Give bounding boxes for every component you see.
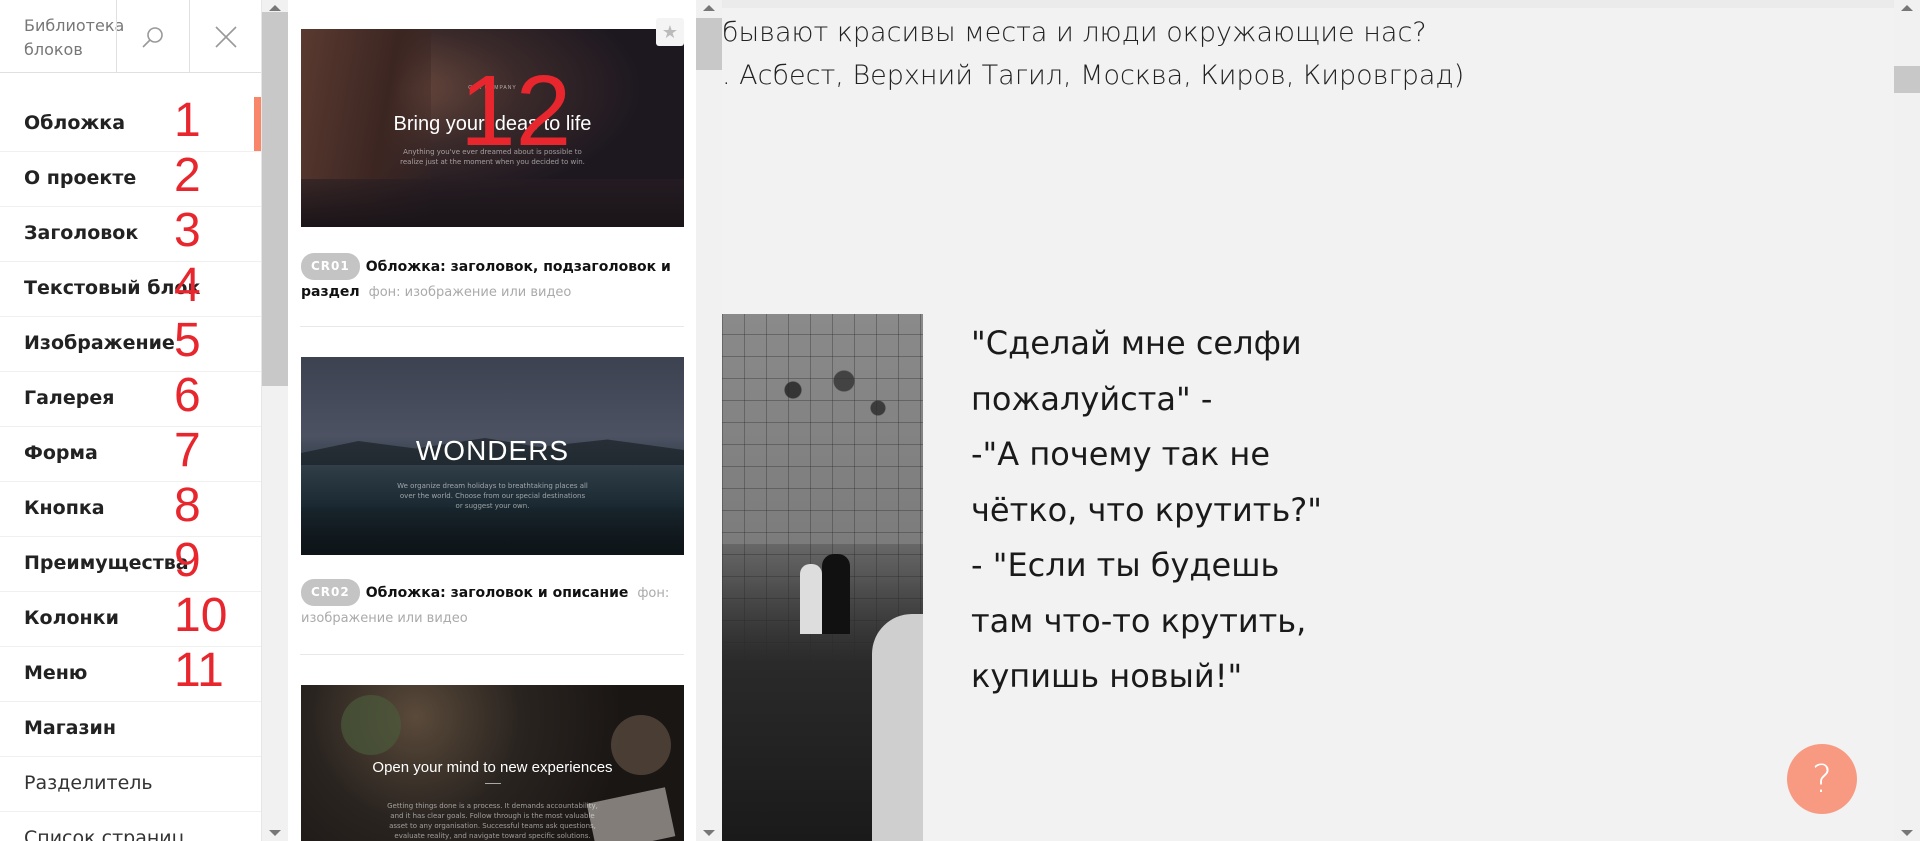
category-label: Преимущества — [24, 552, 189, 574]
quote-line: "Сделай мне селфи — [971, 324, 1302, 362]
quote-line: там что-то крутить, — [971, 601, 1307, 640]
annotation-number: 5 — [174, 314, 201, 367]
scroll-down-icon[interactable] — [269, 830, 281, 836]
block-list-scrollbar-thumb[interactable] — [696, 18, 722, 70]
page-text-line[interactable]: бывают красивы места и люди окружающие н… — [722, 17, 1427, 48]
thumbnail-title: Bring your ideas to life — [393, 113, 592, 135]
category-label: Галерея — [24, 387, 115, 409]
help-button[interactable]: ? — [1787, 744, 1857, 814]
page-canvas: бывают красивы места и люди окружающие н… — [722, 0, 1894, 841]
favorite-button[interactable]: ★ — [656, 18, 684, 46]
category-label: Меню — [24, 662, 88, 684]
category-label: Кнопка — [24, 497, 105, 519]
quote-line: купишь новый!" — [971, 657, 1243, 695]
close-library-button[interactable] — [189, 0, 261, 73]
block-library-sidebar: Библиотека блоков Обложка 1 О проекте 2 … — [0, 0, 262, 841]
block-code-badge: CR02 — [301, 579, 360, 606]
question-icon: ? — [1811, 757, 1833, 801]
category-label: Список страниц — [24, 827, 185, 841]
page-scrollbar-thumb[interactable] — [1894, 66, 1920, 93]
category-item-menu[interactable]: Меню 11 — [0, 644, 261, 702]
category-item-columns[interactable]: Колонки 10 — [0, 589, 261, 647]
annotation-number: 1 — [174, 94, 201, 147]
block-thumbnail[interactable]: Open your mind to new experiences Gettin… — [301, 685, 684, 841]
thumbnail-title: WONDERS — [415, 435, 570, 466]
category-label: Разделитель — [24, 772, 153, 794]
category-item-heading[interactable]: Заголовок 3 — [0, 204, 261, 262]
category-item-features[interactable]: Преимущества 9 — [0, 534, 261, 592]
card-divider — [300, 326, 684, 327]
category-scrollbar-thumb[interactable] — [262, 12, 288, 386]
scroll-up-icon[interactable] — [703, 5, 715, 11]
page-scrollbar[interactable] — [1894, 0, 1920, 841]
scroll-up-icon[interactable] — [1901, 5, 1913, 11]
block-list-scrollbar[interactable] — [696, 0, 722, 841]
annotation-number: 2 — [174, 149, 201, 202]
quote-line: - "Если ты будешь — [971, 546, 1280, 584]
scroll-up-icon[interactable] — [269, 5, 281, 11]
category-item-page-list[interactable]: Список страниц — [0, 812, 261, 841]
annotation-number: 6 — [174, 369, 201, 422]
canvas-top-strip — [722, 0, 1894, 8]
quote-line: чётко, что крутить?" — [971, 490, 1322, 529]
block-code-badge: CR01 — [301, 253, 360, 280]
page-photo[interactable] — [722, 314, 923, 841]
category-label: Текстовый блок — [24, 277, 201, 299]
category-label: Заголовок — [24, 222, 139, 244]
block-name: Обложка: заголовок и описание — [365, 585, 629, 601]
quote-line: пожалуйста" - — [971, 379, 1213, 418]
category-item-gallery[interactable]: Галерея 6 — [0, 369, 261, 427]
block-description: CR02 Обложка: заголовок и описание фон: и… — [301, 579, 684, 631]
close-icon — [215, 25, 237, 48]
page-text-line[interactable]: . Асбест, Верхний Тагил, Москва, Киров, … — [722, 60, 1464, 91]
annotation-number: 11 — [174, 644, 224, 697]
scroll-down-icon[interactable] — [1901, 830, 1913, 836]
search-icon — [142, 26, 163, 48]
block-background-info: фон: изображение или видео — [368, 285, 572, 300]
category-label: О проекте — [24, 167, 137, 189]
sidebar-header: Библиотека блоков — [0, 0, 261, 73]
category-item-divider[interactable]: Разделитель — [0, 757, 261, 812]
card-divider — [300, 654, 684, 655]
category-label: Магазин — [24, 717, 116, 739]
category-list: Обложка 1 О проекте 2 Заголовок 3 Тексто… — [0, 94, 261, 841]
block-description: CR01 Обложка: заголовок, подзаголовок и р… — [301, 253, 684, 305]
category-item-text-block[interactable]: Текстовый блок 4 — [0, 259, 261, 317]
star-icon: ★ — [661, 21, 679, 43]
thumbnail-subtitle: Getting things done is a process. It dem… — [387, 802, 598, 840]
category-item-form[interactable]: Форма 7 — [0, 424, 261, 482]
annotation-number: 7 — [174, 424, 201, 477]
category-item-image[interactable]: Изображение 5 — [0, 314, 261, 372]
scroll-down-icon[interactable] — [703, 830, 715, 836]
category-item-button[interactable]: Кнопка 8 — [0, 479, 261, 537]
category-label: Обложка — [24, 112, 126, 134]
category-label: Колонки — [24, 607, 119, 629]
annotation-number: 10 — [174, 589, 228, 642]
quote-line: -"А почему так не — [971, 435, 1271, 473]
category-item-shop[interactable]: Магазин — [0, 702, 261, 757]
annotation-number: 3 — [174, 204, 201, 257]
block-list-panel: OUR COMPANY Bring your ideas to life Any… — [288, 0, 696, 841]
thumbnail-subtitle: We organize dream holidays to breathtaki… — [397, 482, 588, 510]
category-label: Форма — [24, 442, 98, 464]
category-label: Изображение — [24, 332, 175, 354]
annotation-number: 8 — [174, 479, 201, 532]
block-thumbnail[interactable]: OUR COMPANY Bring your ideas to life Any… — [301, 29, 684, 227]
thumbnail-subtitle: Anything you've ever dreamed about is po… — [400, 148, 585, 166]
thumbnail-kicker: OUR COMPANY — [468, 85, 517, 91]
thumbnail-title: Open your mind to new experiences — [372, 759, 613, 776]
category-item-cover[interactable]: Обложка 1 — [0, 94, 261, 152]
library-title: Библиотека блоков — [24, 16, 125, 59]
quote-text[interactable]: "Сделай мне селфи пожалуйста" - -"А поче… — [971, 316, 1322, 705]
search-button[interactable] — [116, 0, 189, 73]
block-thumbnail[interactable]: WONDERS We organize dream holidays to br… — [301, 357, 684, 555]
category-item-about[interactable]: О проекте 2 — [0, 149, 261, 207]
